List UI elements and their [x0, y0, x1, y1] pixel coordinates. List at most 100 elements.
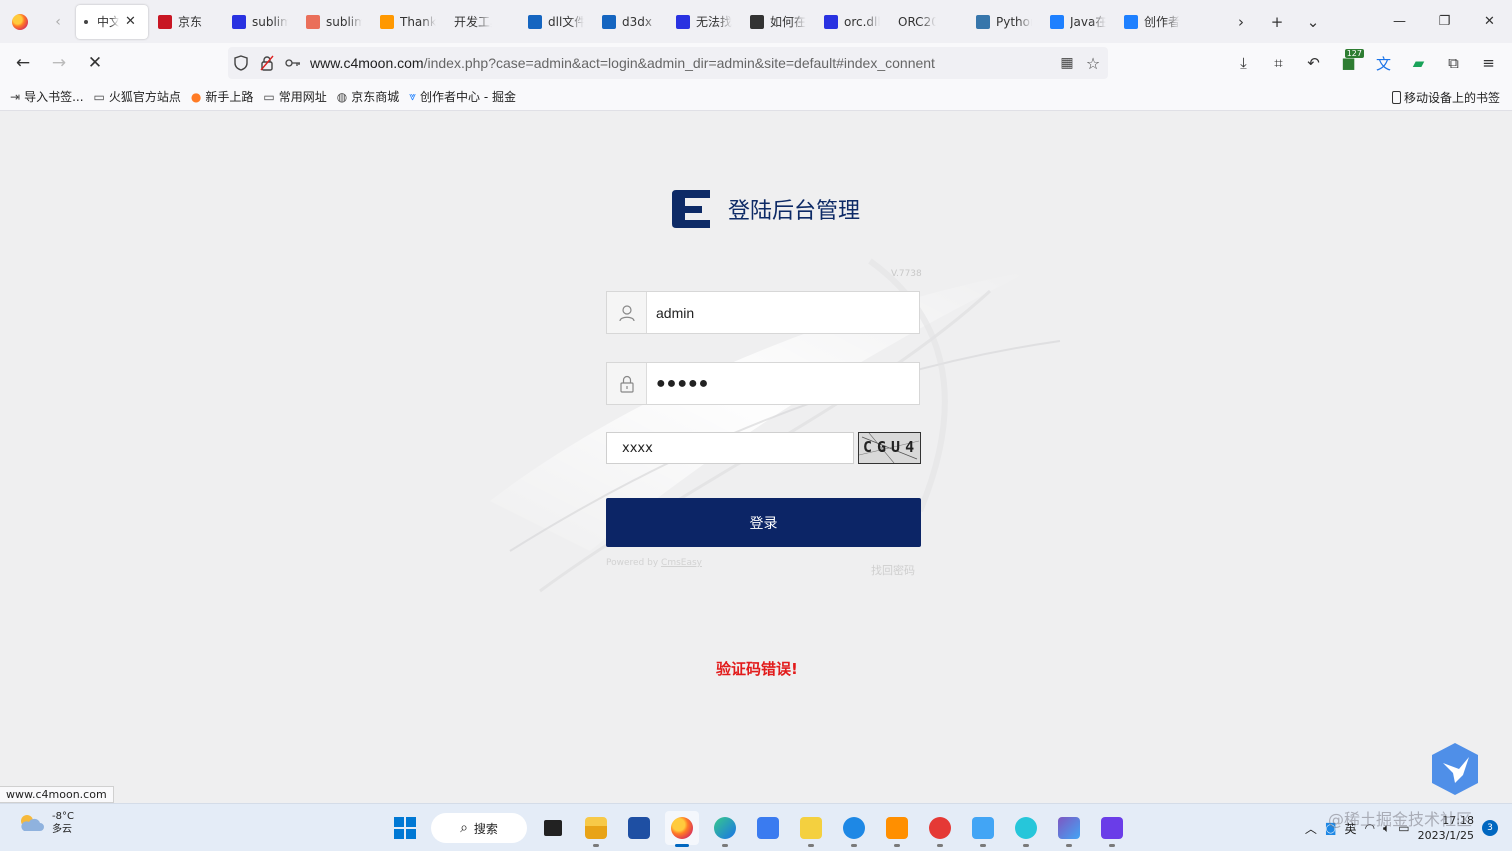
tab-13[interactable]: Java在 — [1042, 5, 1114, 39]
undo-arrow-icon: ↶ — [1307, 54, 1320, 72]
task-view-button[interactable] — [536, 811, 570, 845]
password-field[interactable]: ●●●●● — [606, 362, 920, 405]
extension-green-button[interactable]: ▰ — [1401, 45, 1436, 81]
translate-button[interactable]: 文 — [1366, 45, 1401, 81]
firefox-view-button[interactable] — [0, 0, 40, 43]
tray-overflow-chevron-icon[interactable]: ︿ — [1305, 820, 1317, 837]
edge-app[interactable] — [708, 811, 742, 847]
bookmark-item-2[interactable]: ● 新手上路 — [191, 88, 254, 105]
tab-label: 京东 — [178, 15, 203, 29]
cmseasy-link[interactable]: CmsEasy — [661, 558, 702, 568]
tab-7[interactable]: d3dx — [594, 5, 666, 39]
close-window-button[interactable]: ✕ — [1467, 0, 1512, 43]
login-button[interactable]: 登录 — [606, 498, 921, 547]
password-value[interactable]: ●●●●● — [647, 363, 919, 404]
tab-8[interactable]: 无法找 — [668, 5, 740, 39]
tab-10[interactable]: orc.dll — [816, 5, 888, 39]
find-password-link[interactable]: 找回密码 — [871, 562, 915, 578]
downloads-button[interactable]: ⤓ — [1226, 45, 1261, 81]
username-value[interactable]: admin — [647, 292, 919, 333]
watermark-text: @稀土掘金技术社区 — [1328, 810, 1473, 829]
browser-360-app[interactable] — [1009, 811, 1043, 847]
running-indicator — [851, 844, 857, 847]
new-tab-button[interactable]: + — [1259, 0, 1295, 43]
folder-icon: ▭ — [93, 89, 105, 104]
notification-count-badge[interactable]: 3 — [1482, 820, 1498, 836]
firefox-app[interactable] — [665, 811, 699, 847]
juejin-icon: ⩔ — [409, 89, 417, 103]
bookmark-item-5[interactable]: ⩔ 创作者中心 - 掘金 — [409, 88, 516, 105]
tab-4[interactable]: Thank — [372, 5, 444, 39]
search-icon: ⌕ — [460, 820, 468, 836]
running-indicator — [675, 844, 689, 847]
undo-button[interactable]: ↶ — [1296, 45, 1331, 81]
username-field[interactable]: admin — [606, 291, 920, 334]
qr-code-button[interactable]: ▦ — [1054, 47, 1080, 79]
tab-label: Java在 — [1070, 15, 1106, 29]
extension-127-button[interactable]: ■ 127 — [1331, 45, 1366, 81]
bookmark-item-4[interactable]: ◍ 京东商城 — [337, 88, 400, 105]
toolbar-extensions: ⤓ ⌗ ↶ ■ 127 文 ▰ ⧉ ≡ — [1226, 43, 1506, 83]
url-text[interactable]: www.c4moon.com/index.php?case=admin&act=… — [310, 55, 935, 71]
k-app[interactable] — [837, 811, 871, 847]
tab-1[interactable]: 京东 — [150, 5, 222, 39]
extensions-button[interactable]: ⧉ — [1436, 45, 1471, 81]
tab-3[interactable]: sublime — [298, 5, 370, 39]
potplayer-app[interactable] — [794, 811, 828, 847]
list-all-tabs-button[interactable]: ⌄ — [1295, 0, 1331, 43]
captcha-input[interactable]: xxxx — [606, 432, 854, 464]
windows-tool-app[interactable] — [880, 811, 914, 847]
back-button[interactable]: ← — [5, 45, 41, 81]
tracking-protection-button[interactable] — [228, 47, 254, 79]
mobile-bookmarks-label: 移动设备上的书签 — [1403, 90, 1500, 105]
password-key-button[interactable] — [280, 47, 306, 79]
bird-app-icon — [757, 817, 779, 839]
running-indicator — [808, 844, 814, 847]
captcha-image[interactable]: CGU4 — [858, 432, 921, 464]
tab-14[interactable]: 创作者 — [1116, 5, 1188, 39]
tab-9[interactable]: 如何在 — [742, 5, 814, 39]
screenshot-crop-button[interactable]: ⌗ — [1261, 45, 1296, 81]
url-bar-actions: ▦ ☆ — [1054, 47, 1108, 79]
tab-scroll-left-button[interactable]: ‹ — [40, 0, 76, 43]
tab-11[interactable]: ORC2012 — [890, 5, 966, 39]
tab-5[interactable]: 开发工具 — [446, 5, 518, 39]
bookmark-item-1[interactable]: ▭ 火狐官方站点 — [94, 88, 181, 105]
floating-bird-widget-icon[interactable] — [1429, 741, 1481, 797]
bookmark-item-0[interactable]: ⇥ 导入书签... — [10, 88, 84, 105]
kite-app[interactable] — [1052, 811, 1086, 847]
insecure-connection-button[interactable] — [254, 47, 280, 79]
weather-widget[interactable]: -8°C 多云 — [18, 810, 74, 836]
download-icon: ⤓ — [1240, 54, 1247, 72]
tab-2[interactable]: sublime — [224, 5, 296, 39]
forward-button[interactable]: → — [41, 45, 77, 81]
notepad-icon — [972, 817, 994, 839]
stop-loading-button[interactable]: ✕ — [77, 45, 113, 81]
microsoft-store-app[interactable] — [622, 811, 656, 845]
netease-music-app[interactable] — [923, 811, 957, 847]
bookmark-item-3[interactable]: ▭ 常用网址 — [263, 88, 326, 105]
visual-studio-app[interactable] — [1095, 811, 1129, 847]
notepad-app[interactable] — [966, 811, 1000, 847]
close-tab-icon[interactable]: ✕ — [125, 14, 136, 29]
feishu-app[interactable] — [751, 811, 785, 845]
taskbar-search[interactable]: ⌕ 搜索 — [431, 813, 527, 843]
restore-button[interactable]: ❐ — [1422, 0, 1467, 43]
tab-scroll-right-button[interactable]: › — [1223, 0, 1259, 43]
tab-12[interactable]: Python — [968, 5, 1040, 39]
lightning-icon — [1101, 817, 1123, 839]
start-button[interactable] — [388, 811, 422, 845]
tab-strip: ‹ 中文 ✕ 京东 sublime sublime Thank 开发工具 dll文件 d3dx 无… — [0, 0, 1512, 43]
tab-0[interactable]: 中文 ✕ — [76, 4, 148, 39]
shield-icon — [234, 55, 248, 71]
minimize-button[interactable]: — — [1377, 0, 1422, 43]
bookmark-star-button[interactable]: ☆ — [1080, 47, 1106, 79]
tab-6[interactable]: dll文件 — [520, 5, 592, 39]
mobile-bookmarks-button[interactable]: 移动设备上的书签 — [1391, 83, 1500, 111]
temperature: -8°C — [52, 811, 74, 822]
chevron-left-icon: ‹ — [55, 13, 61, 30]
file-explorer-app[interactable] — [579, 811, 613, 847]
app-menu-button[interactable]: ≡ — [1471, 45, 1506, 81]
url-bar[interactable]: www.c4moon.com/index.php?case=admin&act=… — [228, 47, 1108, 79]
puzzle-icon: ⧉ — [1448, 54, 1459, 72]
